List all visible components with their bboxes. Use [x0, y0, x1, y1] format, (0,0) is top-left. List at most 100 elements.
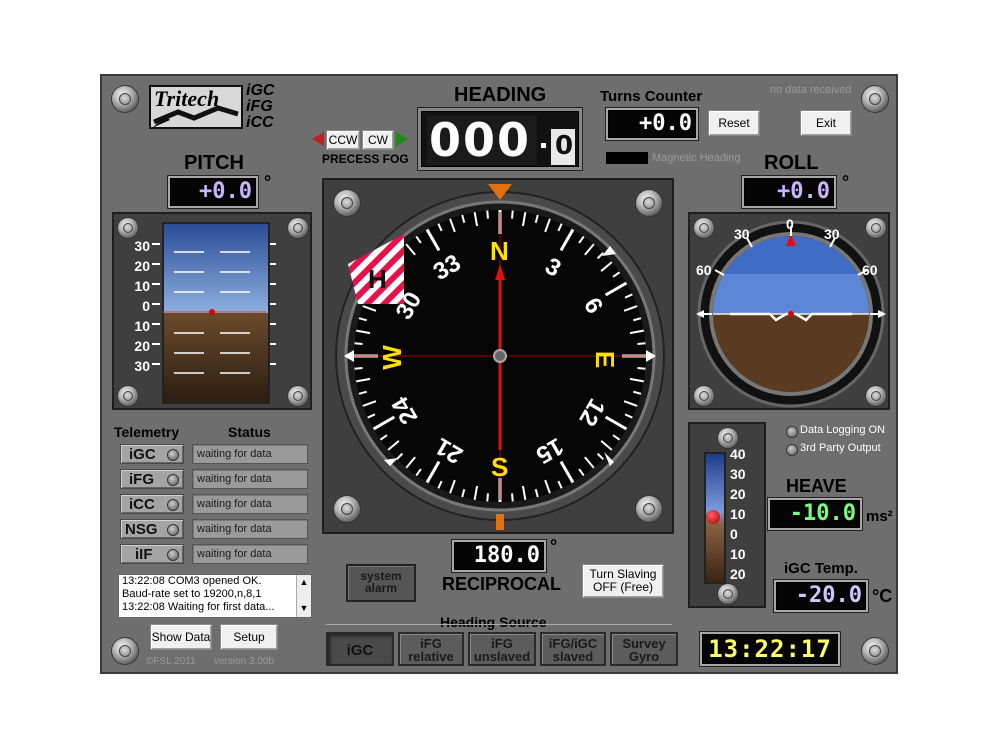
- screw-icon: [118, 386, 138, 406]
- telemetry-status: waiting for data: [192, 544, 308, 564]
- exit-button[interactable]: Exit: [800, 110, 852, 136]
- show-data-button[interactable]: Show Data: [150, 624, 212, 650]
- version-label: version 3.00b: [214, 656, 275, 667]
- screw-icon: [862, 638, 888, 664]
- telemetry-led-icon: [167, 449, 179, 461]
- data-logging-led-icon: [786, 426, 798, 438]
- source-label: iGC: [346, 642, 374, 659]
- ccw-button[interactable]: CCW: [326, 130, 360, 150]
- telemetry-name: NSG: [125, 521, 158, 538]
- scroll-down-icon[interactable]: ▼: [297, 601, 311, 615]
- screw-icon: [118, 218, 138, 238]
- roll-scale-label: 30: [824, 226, 840, 242]
- reciprocal-unit: °: [550, 536, 558, 556]
- reciprocal-label: RECIPROCAL: [442, 574, 562, 594]
- cw-arrow-icon[interactable]: [396, 132, 408, 146]
- compass-west: W: [376, 345, 407, 370]
- source-ifg-unslaved-button[interactable]: iFG unslaved: [468, 632, 536, 666]
- status-header: Status: [228, 424, 271, 440]
- telemetry-led-icon: [167, 524, 179, 536]
- scroll-up-icon[interactable]: ▲: [297, 575, 311, 589]
- telemetry-name: iGC: [129, 446, 156, 463]
- turn-slaving-button[interactable]: Turn Slaving OFF (Free): [582, 564, 664, 598]
- roll-unit: °: [842, 172, 850, 192]
- telemetry-led-icon: [167, 499, 179, 511]
- source-label: iFG unslaved: [473, 636, 531, 664]
- heave-scale-label: 10: [730, 546, 746, 562]
- heading-title: HEADING: [454, 84, 547, 106]
- telemetry-status: waiting for data: [192, 469, 308, 489]
- log-line: 13:22:08 Waiting for first data...: [122, 601, 275, 613]
- source-label: Survey Gyro: [622, 636, 666, 664]
- compass-tick: [637, 342, 646, 345]
- pitch-instrument: 30 20 10 0 10 20 30: [112, 212, 312, 410]
- ccw-arrow-icon[interactable]: [312, 132, 324, 146]
- setup-button[interactable]: Setup: [220, 624, 278, 650]
- system-alarm-label: system alarm: [360, 569, 402, 595]
- reciprocal-display: 180.0: [452, 540, 546, 572]
- pitch-scale-label: 10: [134, 278, 150, 294]
- roll-scale-label: 0: [786, 216, 794, 232]
- telemetry-status: waiting for data: [192, 494, 308, 514]
- system-alarm-indicator: system alarm: [346, 564, 416, 602]
- third-party-led-icon: [786, 444, 798, 456]
- compass-tick: [486, 493, 489, 502]
- pitch-display: +0.0: [168, 176, 258, 208]
- status-text: no data received: [770, 84, 852, 96]
- cw-button[interactable]: CW: [362, 130, 394, 150]
- log-line: Baud-rate set to 19200,n,8,1: [122, 588, 262, 600]
- compass-tick: [486, 210, 489, 219]
- telemetry-ifg[interactable]: iFG: [120, 469, 184, 489]
- roll-scale-label: 30: [734, 226, 750, 242]
- compass-tick: [511, 493, 514, 502]
- roll-title: ROLL: [764, 152, 819, 174]
- precess-fog-label: PRECESS FOG: [322, 152, 409, 166]
- reset-button[interactable]: Reset: [708, 110, 760, 136]
- source-igc-button[interactable]: iGC: [326, 632, 394, 666]
- temp-display: -20.0: [774, 580, 868, 612]
- telemetry-name: iIF: [135, 546, 153, 563]
- telemetry-nsg[interactable]: NSG: [120, 519, 184, 539]
- source-ifg-relative-button[interactable]: iFG relative: [398, 632, 464, 666]
- roll-scale-label: 60: [696, 262, 712, 278]
- compass-east: E: [590, 350, 621, 369]
- telemetry-icc[interactable]: iCC: [120, 494, 184, 514]
- source-survey-gyro-button[interactable]: Survey Gyro: [610, 632, 678, 666]
- main-panel: Tritech iGC iFG iCC no data received HEA…: [100, 74, 898, 674]
- screw-icon: [112, 638, 138, 664]
- roll-instrument: 60 30 0 30 60: [688, 212, 890, 410]
- heave-title: HEAVE: [786, 476, 847, 496]
- turns-counter-title: Turns Counter: [600, 88, 703, 105]
- pitch-scale-label: 30: [134, 238, 150, 254]
- compass-south: S: [491, 452, 509, 482]
- log-scrollbar[interactable]: ▲ ▼: [296, 575, 311, 617]
- telemetry-igc[interactable]: iGC: [120, 444, 184, 464]
- heave-display: -10.0: [768, 498, 862, 530]
- compass-tick: [354, 342, 363, 345]
- log-box[interactable]: 13:22:08 COM3 opened OK. Baud-rate set t…: [118, 574, 312, 618]
- heave-scale-label: 10: [730, 506, 746, 522]
- temp-title: iGC Temp.: [784, 560, 858, 577]
- telemetry-status: waiting for data: [192, 519, 308, 539]
- compass-tick: [637, 367, 646, 370]
- logo-brand: Tritech: [154, 86, 220, 111]
- heading-flag: H: [348, 234, 404, 304]
- screw-icon: [862, 86, 888, 112]
- turns-counter-display: +0.0: [606, 108, 698, 140]
- pitch-scale-label: 10: [134, 318, 150, 334]
- tritech-logo: Tritech iGC iFG iCC: [148, 82, 288, 132]
- heading-source-title: Heading Source: [440, 614, 547, 630]
- heading-decimal: 0: [555, 131, 574, 161]
- temp-unit: °C: [872, 586, 893, 606]
- heading-flag-label: H: [368, 264, 387, 294]
- heave-scale: 40 30 20 10 0 10 20: [730, 446, 746, 586]
- third-party-label: 3rd Party Output: [800, 442, 881, 454]
- telemetry-iif[interactable]: iIF: [120, 544, 184, 564]
- magnetic-heading-label: Magnetic Heading: [652, 152, 741, 164]
- telemetry-status: waiting for data: [192, 444, 308, 464]
- source-ifg-igc-slaved-button[interactable]: iFG/iGC slaved: [540, 632, 606, 666]
- heave-scale-label: 20: [730, 566, 746, 582]
- pitch-scale: 30 20 10 0 10 20 30: [130, 238, 150, 378]
- data-logging-label: Data Logging ON: [800, 424, 885, 436]
- pitch-scale-label: 20: [134, 258, 150, 274]
